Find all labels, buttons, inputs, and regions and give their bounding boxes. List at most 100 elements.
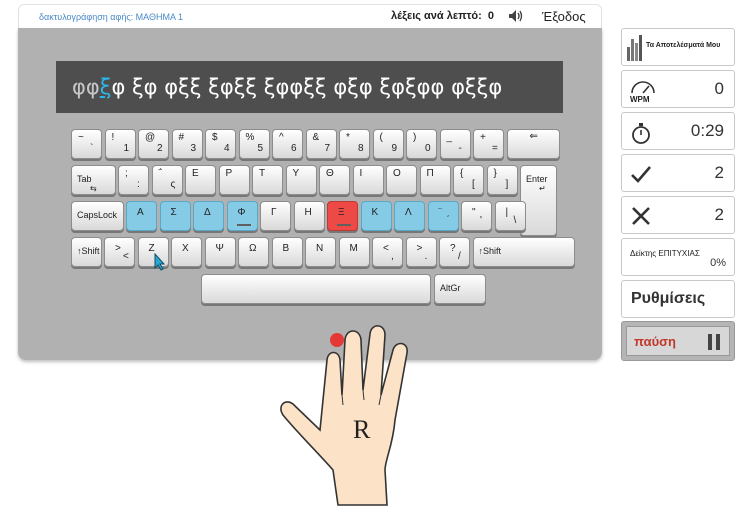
key-Λ[interactable]: Λ <box>394 201 425 231</box>
settings-label: Ρυθμίσεις <box>631 290 706 307</box>
key-label: 5 <box>257 143 264 154</box>
key-Σ[interactable]: Σ <box>159 201 191 231</box>
key-Μ[interactable]: Μ <box>338 237 370 267</box>
key-label: % <box>245 132 255 143</box>
errors-value: 2 <box>714 205 724 224</box>
speaker-icon[interactable] <box>508 9 524 26</box>
key-΅[interactable]: ΅ ς <box>151 165 183 195</box>
stopwatch-icon <box>632 123 650 144</box>
key-label: Ρ <box>225 168 233 179</box>
key-label: $ <box>212 132 218 143</box>
errors-box: 2 <box>621 196 735 234</box>
key-label: , <box>391 251 394 262</box>
key-8[interactable]: * 8 <box>339 129 370 159</box>
key->[interactable]: >. <box>405 237 437 267</box>
key-Α[interactable]: Α <box>126 201 157 231</box>
key-Γ[interactable]: Γ <box>260 201 291 231</box>
key-Ε[interactable]: Ε <box>185 165 216 195</box>
key-Ω[interactable]: Ω <box>238 237 269 267</box>
key-0[interactable]: ) 0 <box>406 129 437 159</box>
key-Β[interactable]: Β <box>271 237 303 267</box>
key-1[interactable]: ! 1 <box>104 129 136 159</box>
key-Ι[interactable]: Ι <box>352 165 384 195</box>
key-label: 9 <box>391 143 398 154</box>
key-left-shift[interactable]: ↑Shift <box>71 237 102 267</box>
key-label: ( <box>379 132 383 143</box>
key-Ψ[interactable]: Ψ <box>204 237 236 267</box>
key-Χ[interactable]: Χ <box>171 237 202 267</box>
key-7[interactable]: & 7 <box>305 129 337 159</box>
key-label: ^ <box>279 132 284 143</box>
correct-value: 2 <box>714 163 724 182</box>
key-label: : <box>137 179 140 190</box>
key-Ρ[interactable]: Ρ <box>218 165 250 195</box>
key-label: ] <box>505 179 509 190</box>
key-altgr[interactable]: AltGr <box>434 274 486 304</box>
key-space[interactable] <box>201 274 431 304</box>
key-label: Φ <box>237 207 246 218</box>
key-label: 2 <box>157 143 163 154</box>
key-"[interactable]: " ' <box>461 201 492 231</box>
key-label: ¨ <box>438 207 442 218</box>
key-label: Ο <box>393 168 401 179</box>
key-capslock[interactable]: CapsLock <box>71 201 124 231</box>
key-¨[interactable]: ¨ ΄ <box>427 201 459 231</box>
key-=[interactable]: + = <box>473 129 504 159</box>
wpm-readout-label: λέξεις ανά λεπτό: <box>391 10 482 22</box>
key-Τ[interactable]: Τ <box>252 165 283 195</box>
key--[interactable]: _ - <box>439 129 471 159</box>
key-Φ[interactable]: Φ <box>226 201 258 231</box>
key-label: 6 <box>291 143 297 154</box>
key-4[interactable]: $4 <box>205 129 236 159</box>
key-backspace[interactable]: ⇐ <box>506 129 560 159</box>
settings-button[interactable]: Ρυθμίσεις <box>621 280 735 318</box>
key-2[interactable]: @2 <box>138 129 169 159</box>
key-Δ[interactable]: Δ <box>193 201 224 231</box>
key-3[interactable]: #3 <box>171 129 203 159</box>
mouse-cursor-icon <box>154 253 166 271</box>
key-label: ) <box>413 132 417 143</box>
practice-text: φφξφ ξφ φξξ ξφξξ ξφφξξ φξφ ξφξφφ φξξφ <box>56 61 563 113</box>
my-results-button[interactable]: Τα Αποτελέσματά Μου <box>621 28 735 66</box>
key-tab[interactable]: Tab ⇆ <box>71 165 116 195</box>
key-label: 8 <box>358 143 364 154</box>
key-Π[interactable]: Π <box>419 165 451 195</box>
wpm-value: 0 <box>714 79 724 98</box>
key->[interactable]: > < <box>104 237 135 267</box>
key-label: CapsLock <box>77 210 118 220</box>
key-Κ[interactable]: Κ <box>360 201 392 231</box>
key-label: ΄ <box>446 215 450 226</box>
key-Η[interactable]: Η <box>293 201 325 231</box>
key-9[interactable]: (9 <box>372 129 404 159</box>
wpm-badge: WPM <box>630 95 650 104</box>
key-label: Γ <box>271 207 277 218</box>
key-label: > <box>115 243 121 254</box>
key-Υ[interactable]: Υ <box>285 165 317 195</box>
key-|[interactable]: | \ <box>494 201 526 231</box>
key-label: _ <box>446 132 453 143</box>
key-`[interactable]: ~ ` <box>71 129 102 159</box>
key-label: * <box>346 132 350 143</box>
wpm-box: WPM 0 <box>621 70 735 108</box>
key-label: > <box>416 243 423 254</box>
key-?[interactable]: ? / <box>439 237 470 267</box>
pause-button[interactable]: παύση <box>621 321 735 361</box>
key-6[interactable]: ^ 6 <box>272 129 303 159</box>
key-label: Τ <box>259 168 266 179</box>
key-label: < <box>383 243 389 254</box>
key-{[interactable]: {[ <box>453 165 484 195</box>
key-Ν[interactable]: Ν <box>305 237 336 267</box>
key-}[interactable]: }] <box>486 165 518 195</box>
key-Ο[interactable]: Ο <box>386 165 417 195</box>
key-label: } <box>493 168 497 179</box>
key-5[interactable]: % 5 <box>238 129 270 159</box>
current-char: ξ <box>99 75 112 99</box>
key-Θ[interactable]: Θ <box>319 165 350 195</box>
key-enter[interactable]: Enter ↵ <box>520 165 557 236</box>
exit-button[interactable]: Έξοδος <box>542 9 586 24</box>
key-label: [ <box>472 179 475 190</box>
key-<[interactable]: <, <box>372 237 403 267</box>
key-Ξ[interactable]: Ξ <box>327 201 358 231</box>
key-right-shift[interactable]: ↑Shift <box>472 237 575 267</box>
key-;[interactable]: ;: <box>118 165 149 195</box>
